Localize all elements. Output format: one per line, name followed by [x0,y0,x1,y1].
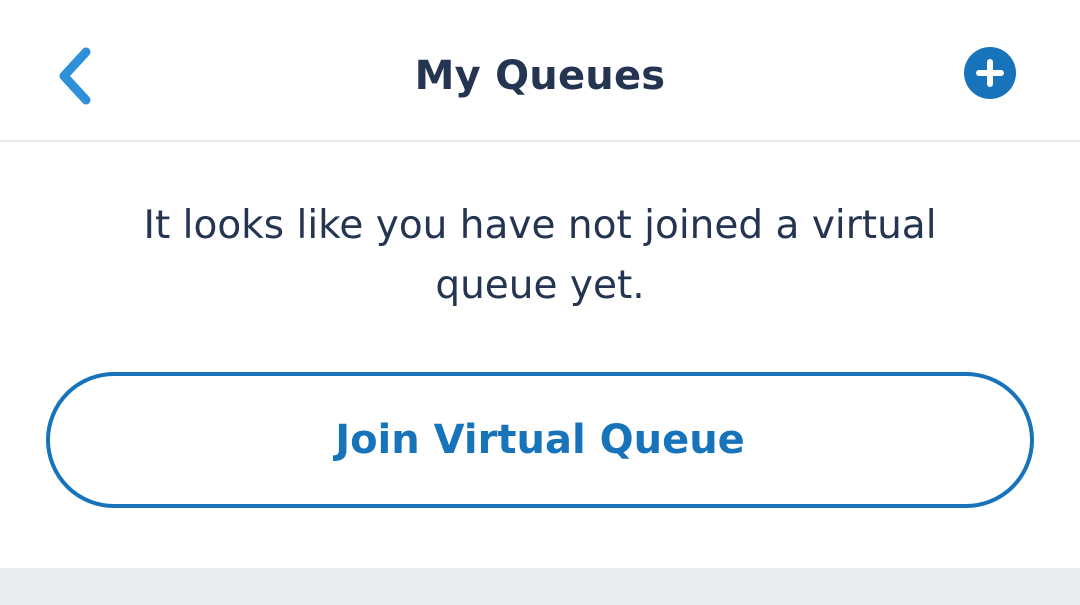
empty-state-message: It looks like you have not joined a virt… [143,203,937,308]
add-queue-button[interactable] [963,46,1017,100]
footer-divider [0,568,1080,605]
page-title: My Queues [414,53,666,99]
nav-header: My Queues [0,0,1080,142]
my-queues-screen: My Queues It looks like you have not joi… [0,0,1080,605]
join-virtual-queue-button[interactable]: Join Virtual Queue [46,372,1034,508]
plus-circle-icon [964,47,1016,99]
